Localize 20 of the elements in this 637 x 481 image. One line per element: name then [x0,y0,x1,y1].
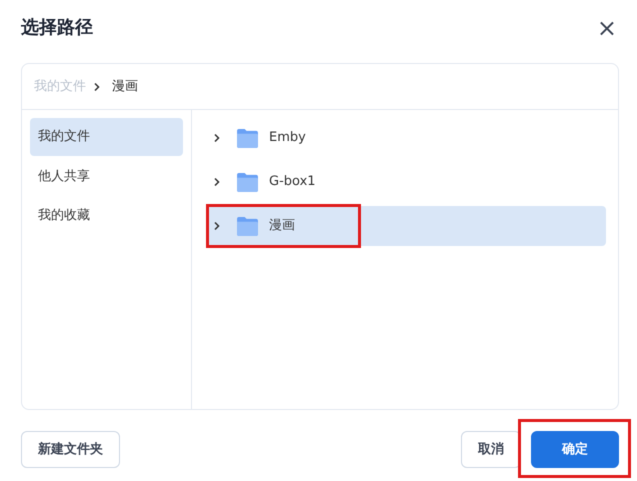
confirm-button[interactable]: 确定 [531,431,619,468]
breadcrumb-item: 漫画 [112,78,138,96]
expand-icon[interactable] [212,133,222,143]
folder-name: 漫画 [269,217,295,236]
action-button[interactable]: 新建文件夹 [21,431,120,468]
folder-name: Emby [269,129,306,148]
sidebar-item[interactable]: 我的收藏 [30,197,183,234]
folder-icon [236,172,259,192]
folder-icon [236,128,259,148]
folder-icon [236,216,259,236]
expand-icon[interactable] [212,221,222,231]
close-button[interactable]: × [594,16,619,40]
sidebar-item[interactable]: 我的文件 [30,118,183,156]
chevron-icon [92,82,102,92]
action-button[interactable]: 取消 [461,431,521,468]
dialog-title: 选择路径 [21,16,93,40]
expand-icon[interactable] [212,177,222,187]
sidebar-item[interactable]: 他人共享 [30,158,183,195]
folder-row[interactable]: 漫画 [206,206,606,246]
folder-name: G-box1 [269,173,316,192]
